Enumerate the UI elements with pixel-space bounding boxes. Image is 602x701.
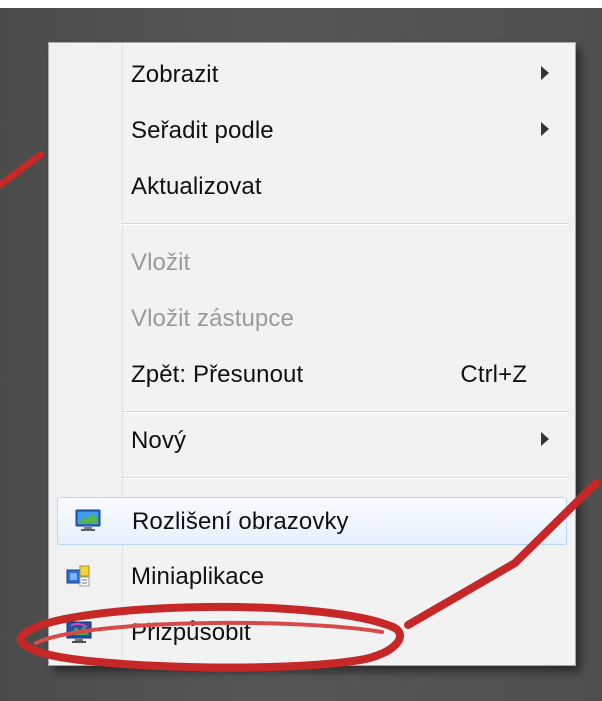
menu-separator (121, 411, 569, 413)
menu-item-rozliseni-obrazovky[interactable]: Rozlišení obrazovky (57, 497, 567, 545)
desktop-context-menu: Zobrazit Seřadit podle Aktualizovat Vlož… (48, 42, 576, 666)
menu-item-novy[interactable]: Nový (49, 417, 575, 465)
submenu-arrow-icon (541, 66, 549, 80)
menu-item-aktualizovat[interactable]: Aktualizovat (49, 163, 575, 211)
menu-item-label: Vložit (131, 249, 191, 276)
submenu-arrow-icon (541, 432, 549, 446)
menu-item-label: Zobrazit (131, 61, 219, 88)
menu-item-vlozit-zastupce: Vložit zástupce (49, 295, 575, 343)
submenu-arrow-icon (541, 122, 549, 136)
menu-item-label: Nový (131, 427, 187, 454)
monitor-icon (75, 509, 101, 531)
menu-item-vlozit: Vložit (49, 239, 575, 287)
menu-item-seradit-podle[interactable]: Seřadit podle (49, 107, 575, 155)
menu-item-label: Seřadit podle (131, 117, 274, 144)
menu-item-label: Přizpůsobit (131, 619, 251, 646)
menu-item-label: Rozlišení obrazovky (132, 508, 349, 535)
menu-separator (121, 223, 569, 225)
menu-item-label: Miniaplikace (131, 563, 265, 590)
menu-item-shortcut: Ctrl+Z (460, 361, 527, 388)
menu-item-label: Zpět: Přesunout (131, 361, 304, 388)
menu-item-label: Vložit zástupce (131, 305, 294, 332)
menu-item-prizpusobit[interactable]: Přizpůsobit (49, 609, 575, 657)
menu-separator (121, 477, 569, 479)
menu-item-label: Aktualizovat (131, 173, 262, 200)
menu-items: Zobrazit Seřadit podle Aktualizovat Vlož… (49, 43, 575, 665)
personalize-icon (66, 621, 92, 643)
menu-item-zpet-presunout[interactable]: Zpět: Přesunout Ctrl+Z (49, 351, 575, 399)
menu-item-zobrazit[interactable]: Zobrazit (49, 51, 575, 99)
menu-item-miniaplikace[interactable]: Miniaplikace (49, 553, 575, 601)
gadget-icon (66, 565, 90, 587)
